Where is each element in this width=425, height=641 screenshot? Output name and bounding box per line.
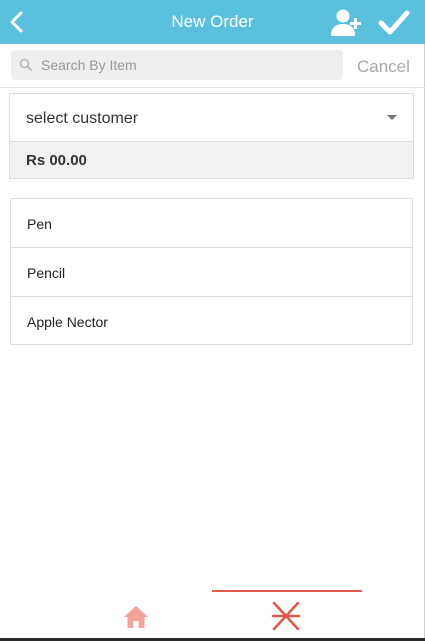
home-icon[interactable] [122,604,150,630]
order-total: Rs 00.00 [10,142,413,178]
search-bar: Cancel [0,44,425,88]
order-total-amount: Rs 00.00 [26,152,87,169]
search-box [11,50,343,80]
list-item[interactable]: Pen [11,199,412,248]
asterisk-icon[interactable] [270,600,302,632]
item-list: Pen Pencil Apple Nector [10,198,413,345]
search-input[interactable] [41,50,339,80]
customer-panel: select customer Rs 00.00 [9,93,414,179]
customer-select-label: select customer [26,110,139,127]
caret-down-icon [387,115,397,120]
add-user-icon[interactable] [330,8,362,38]
app-header: New Order [0,0,425,44]
active-tab-indicator [212,590,362,592]
list-item[interactable]: Apple Nector [11,297,412,344]
checkmark-icon[interactable] [378,9,410,37]
search-icon [19,58,33,72]
cancel-button[interactable]: Cancel [357,57,410,77]
customer-select[interactable]: select customer [10,94,413,142]
new-order-screen: New Order Cancel [0,0,425,641]
list-item[interactable]: Pencil [11,248,412,297]
